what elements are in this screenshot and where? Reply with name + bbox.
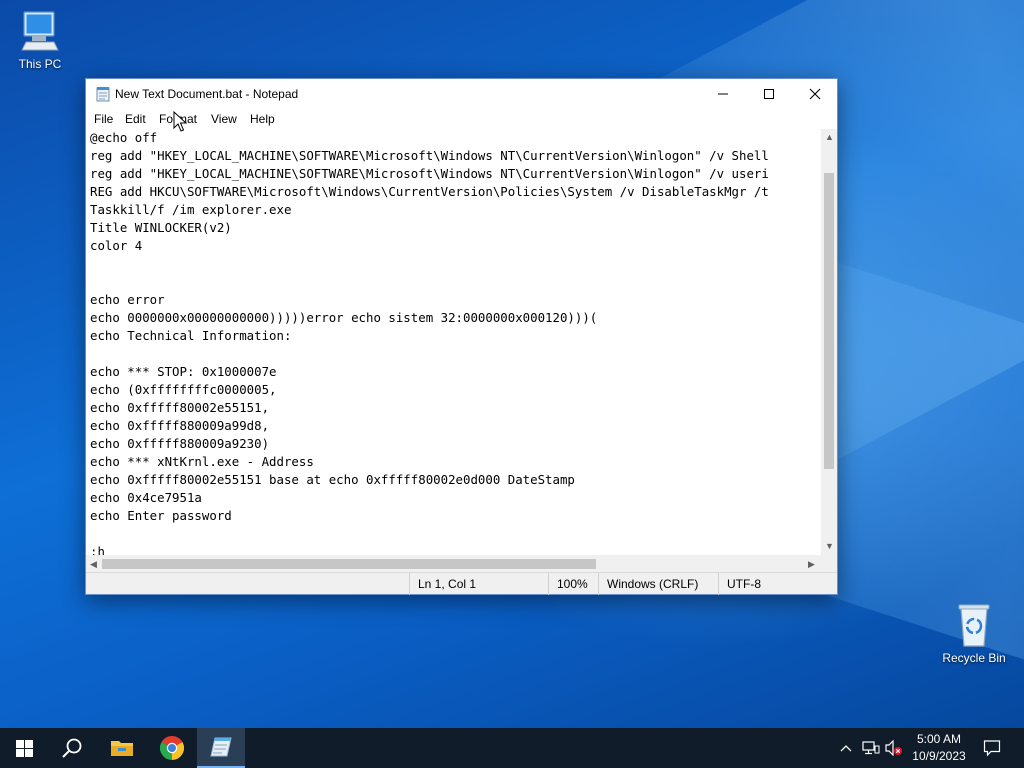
notepad-taskbar-button[interactable] <box>197 728 245 768</box>
network-icon <box>862 741 880 755</box>
editor-line: @echo off <box>90 130 158 145</box>
window-title: New Text Document.bat - Notepad <box>115 87 299 101</box>
scroll-down-icon[interactable]: ▼ <box>825 541 834 551</box>
editor-line: echo 0xfffff880009a9230) <box>90 436 270 451</box>
scroll-left-icon[interactable]: ◀ <box>90 559 97 569</box>
editor-line: echo error <box>90 292 165 307</box>
file-explorer-button[interactable] <box>98 728 146 768</box>
editor-line: REG add HKCU\SOFTWARE\Microsoft\Windows\… <box>90 184 769 199</box>
minimize-button[interactable] <box>700 79 746 109</box>
notification-center-button[interactable] <box>982 738 1002 758</box>
editor-line: Title WINLOCKER(v2) <box>90 220 232 235</box>
volume-muted-icon <box>885 740 902 756</box>
menu-bar: File Edit Format View Help <box>86 109 837 129</box>
cursor-position: Ln 1, Col 1 <box>409 573 548 595</box>
desktop-icon-label: This PC <box>18 57 62 71</box>
zoom-level: 100% <box>548 573 598 595</box>
chrome-icon <box>160 736 184 760</box>
maximize-button[interactable] <box>746 79 792 109</box>
desktop-icon-recycle-bin[interactable]: Recycle Bin <box>936 602 1012 665</box>
notepad-icon <box>96 87 110 102</box>
editor-line: echo *** STOP: 0x1000007e <box>90 364 277 379</box>
search-icon <box>62 738 82 758</box>
vertical-scrollbar[interactable]: ▲ ▼ <box>821 129 837 555</box>
editor-line: echo *** xNtKrnl.exe - Address <box>90 454 314 469</box>
vertical-scroll-thumb[interactable] <box>824 173 834 469</box>
editor-line: echo Enter password <box>90 508 232 523</box>
menu-edit[interactable]: Edit <box>125 112 146 126</box>
notification-icon <box>983 740 1001 757</box>
editor-line: reg add "HKEY_LOCAL_MACHINE\SOFTWARE\Mic… <box>90 166 769 181</box>
chevron-up-icon <box>840 745 852 752</box>
text-editor[interactable]: @echo off reg add "HKEY_LOCAL_MACHINE\SO… <box>86 129 821 555</box>
editor-line: :h <box>90 544 105 555</box>
maximize-icon <box>764 89 774 99</box>
computer-icon <box>21 11 59 51</box>
minimize-icon <box>718 93 728 95</box>
horizontal-scrollbar[interactable]: ◀ ▶ <box>86 555 821 572</box>
editor-line: color 4 <box>90 238 143 253</box>
editor-line: echo (0xffffffffc0000005, <box>90 382 277 397</box>
start-button[interactable] <box>0 728 48 768</box>
desktop-icon-this-pc[interactable]: This PC <box>2 8 78 71</box>
clock-time: 5:00 AM <box>916 732 962 746</box>
show-hidden-icons-button[interactable] <box>836 738 856 758</box>
encoding-indicator: UTF-8 <box>718 573 837 595</box>
taskbar: 5:00 AM 10/9/2023 <box>0 728 1024 768</box>
scroll-right-icon[interactable]: ▶ <box>808 559 815 569</box>
notepad-icon <box>210 737 232 757</box>
menu-help[interactable]: Help <box>250 112 275 126</box>
editor-line: reg add "HKEY_LOCAL_MACHINE\SOFTWARE\Mic… <box>90 148 769 163</box>
taskbar-clock[interactable]: 5:00 AM 10/9/2023 <box>906 731 972 765</box>
horizontal-scroll-thumb[interactable] <box>102 559 596 569</box>
network-button[interactable] <box>861 738 881 758</box>
editor-line: echo Technical Information: <box>90 328 292 343</box>
editor-line: Taskkill/f /im explorer.exe <box>90 202 292 217</box>
start-icon <box>15 739 33 757</box>
scrollbar-corner <box>821 555 837 572</box>
search-button[interactable] <box>48 728 96 768</box>
editor-line: echo 0xfffff80002e55151 base at echo 0xf… <box>90 472 575 487</box>
volume-button[interactable] <box>884 738 904 758</box>
notepad-window[interactable]: New Text Document.bat - Notepad File Edi… <box>85 78 838 595</box>
chrome-button[interactable] <box>148 728 196 768</box>
status-bar: Ln 1, Col 1 100% Windows (CRLF) UTF-8 <box>86 572 837 595</box>
scroll-up-icon[interactable]: ▲ <box>825 132 834 142</box>
desktop-icon-label: Recycle Bin <box>942 651 1006 665</box>
line-ending-indicator: Windows (CRLF) <box>598 573 718 595</box>
clock-date: 10/9/2023 <box>912 749 966 763</box>
title-bar[interactable]: New Text Document.bat - Notepad <box>86 79 837 109</box>
editor-line: echo 0000000x00000000000)))))error echo … <box>90 310 598 325</box>
editor-line: echo 0xfffff880009a99d8, <box>90 418 270 433</box>
mouse-pointer-icon <box>173 111 187 132</box>
close-icon <box>809 88 821 100</box>
close-button[interactable] <box>792 79 838 109</box>
editor-line: echo 0xfffff80002e55151, <box>90 400 270 415</box>
recycle-bin-icon <box>958 604 990 647</box>
menu-view[interactable]: View <box>211 112 237 126</box>
editor-line: echo 0x4ce7951a <box>90 490 202 505</box>
menu-file[interactable]: File <box>94 112 113 126</box>
file-explorer-icon <box>111 741 133 756</box>
